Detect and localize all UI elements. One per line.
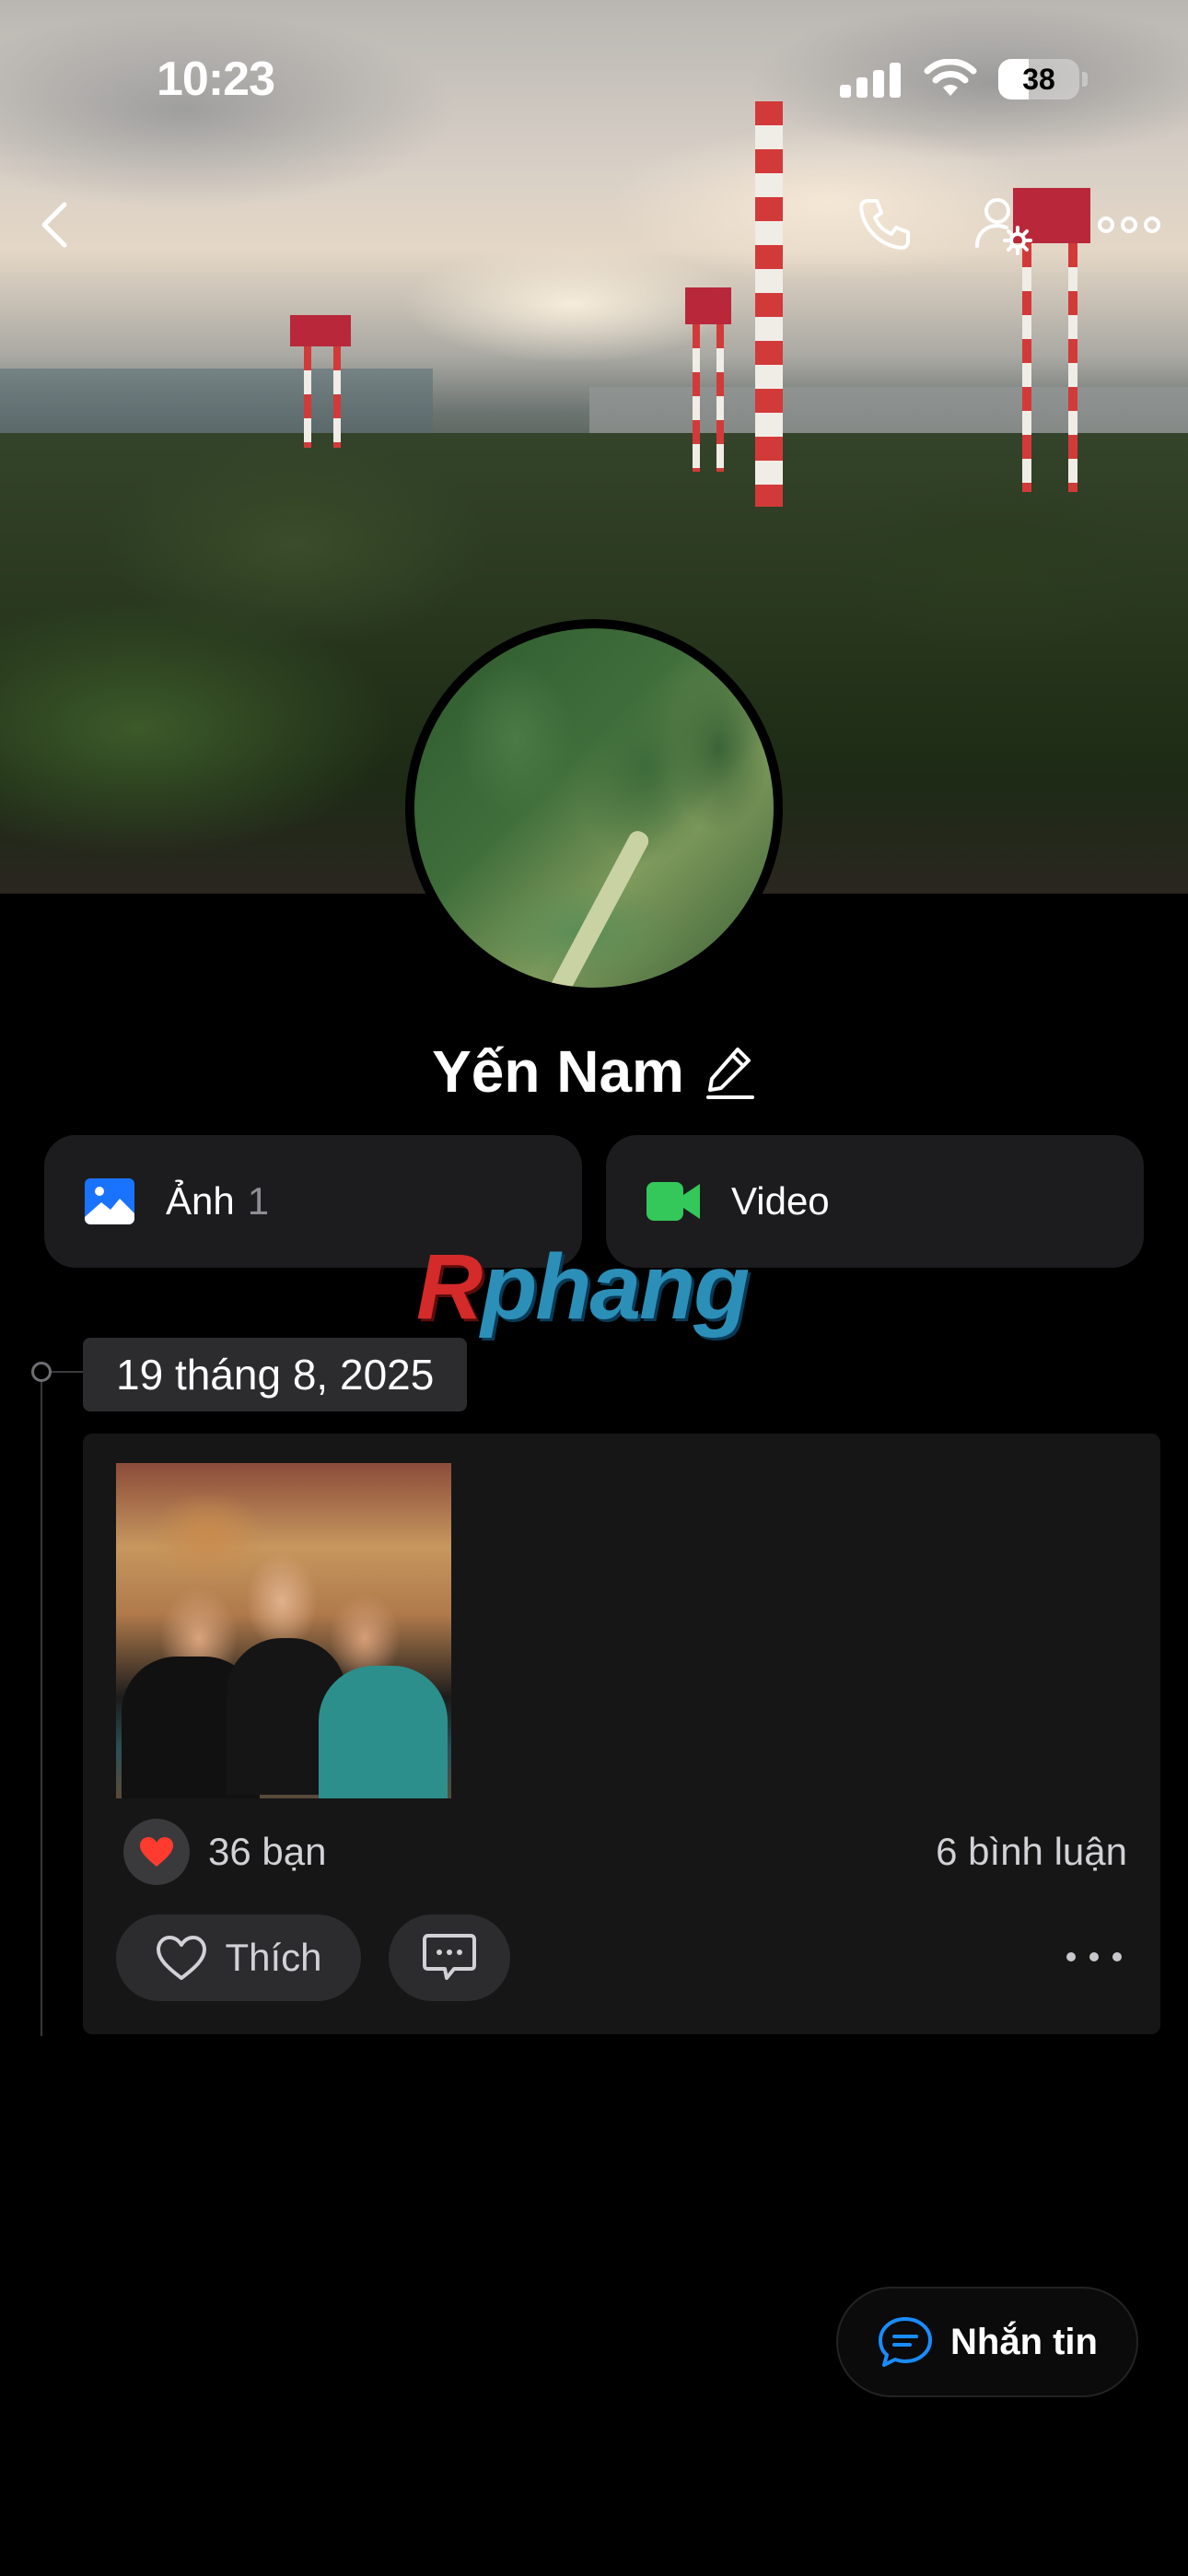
- cover-pole: [333, 346, 341, 448]
- avatar[interactable]: [405, 619, 783, 997]
- call-button[interactable]: [847, 188, 921, 262]
- back-button[interactable]: [18, 188, 92, 262]
- watermark-first: R: [416, 1235, 483, 1339]
- watermark-rest: phang: [481, 1235, 750, 1339]
- video-icon: [646, 1182, 700, 1221]
- timeline-dot: [31, 1362, 52, 1382]
- cellular-signal-icon: [840, 61, 904, 98]
- post-more-button[interactable]: [1066, 1938, 1122, 1975]
- photos-tab-count: 1: [247, 1179, 270, 1223]
- send-message-button[interactable]: Nhắn tin: [836, 2287, 1138, 2397]
- photos-tab-label: Ảnh: [166, 1179, 235, 1223]
- cover-pole: [304, 346, 311, 448]
- photo-icon: [85, 1178, 134, 1224]
- timeline-line: [41, 1373, 42, 2036]
- profile-name: Yến Nam: [432, 1038, 684, 1105]
- post-photo-person: [319, 1666, 448, 1798]
- more-icon: [1098, 217, 1160, 233]
- heart-outline-icon: [157, 1936, 207, 1980]
- chevron-left-icon: [41, 202, 67, 248]
- status-time: 10:23: [157, 53, 275, 106]
- timeline-post: 36 bạn 6 bình luận Thích: [83, 1434, 1160, 2034]
- dot: [1089, 1952, 1099, 1961]
- battery-level: 38: [1022, 62, 1055, 96]
- chat-bubble-icon: [879, 2317, 932, 2367]
- user-settings-icon: [975, 198, 1032, 255]
- videos-tab-label: Video: [731, 1179, 830, 1223]
- avatar-stem: [547, 827, 652, 988]
- reaction-bubble[interactable]: [123, 1819, 190, 1885]
- comment-button[interactable]: [389, 1914, 510, 2001]
- edit-name-icon[interactable]: [705, 1044, 756, 1099]
- more-options-button[interactable]: [1092, 188, 1166, 262]
- dot: [1066, 1952, 1076, 1961]
- reaction-count[interactable]: 36 bạn: [208, 1830, 326, 1874]
- cover-pole: [693, 324, 700, 472]
- cover-sign: [290, 315, 351, 346]
- wifi-icon: [924, 59, 977, 96]
- watermark-logo: Rphang: [416, 1235, 750, 1341]
- cover-tower: [755, 101, 783, 507]
- battery-tip: [1082, 72, 1088, 87]
- phone-icon: [859, 199, 910, 250]
- send-message-label: Nhắn tin: [950, 2321, 1098, 2362]
- like-button[interactable]: Thích: [116, 1914, 361, 2001]
- timeline-date: 19 tháng 8, 2025: [83, 1338, 468, 1411]
- comment-count[interactable]: 6 bình luận: [936, 1830, 1127, 1874]
- cover-sign: [685, 287, 731, 324]
- timeline-connector: [52, 1371, 83, 1373]
- cover-pole: [1068, 243, 1077, 492]
- dot: [1112, 1952, 1122, 1961]
- profile-name-row: Yến Nam: [0, 1037, 1188, 1106]
- comment-icon: [423, 1934, 476, 1980]
- profile-settings-button[interactable]: [967, 188, 1041, 262]
- post-photo[interactable]: [116, 1463, 451, 1798]
- heart-icon: [140, 1837, 173, 1867]
- cover-pole: [1022, 243, 1031, 492]
- like-label: Thích: [225, 1936, 322, 1979]
- cover-pole: [716, 324, 724, 472]
- battery-icon: 38: [998, 59, 1079, 100]
